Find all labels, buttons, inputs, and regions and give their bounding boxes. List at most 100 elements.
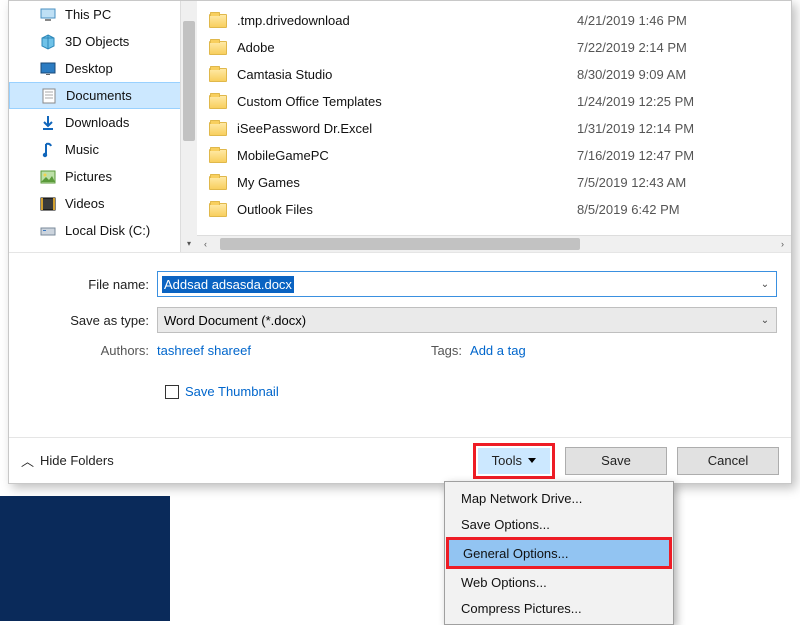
folder-icon <box>209 203 227 217</box>
sidebar-item-label: Music <box>65 142 99 157</box>
scroll-left-arrow[interactable]: ‹ <box>197 239 214 249</box>
browser-pane: This PC 3D Objects Desktop Documents <box>9 1 791 253</box>
file-name: Custom Office Templates <box>237 94 577 109</box>
folder-icon <box>209 41 227 55</box>
sidebar-item-label: Downloads <box>65 115 129 130</box>
file-list: .tmp.drivedownload4/21/2019 1:46 PM Adob… <box>197 1 791 252</box>
filename-value: Addsad adsasda.docx <box>162 276 294 293</box>
file-name: .tmp.drivedownload <box>237 13 577 28</box>
file-name: Camtasia Studio <box>237 67 577 82</box>
table-row[interactable]: Camtasia Studio8/30/2019 9:09 AM <box>197 61 791 88</box>
save-thumbnail-option[interactable]: Save Thumbnail <box>165 384 777 399</box>
folder-icon <box>209 14 227 28</box>
file-rows: .tmp.drivedownload4/21/2019 1:46 PM Adob… <box>197 1 791 223</box>
sidebar-item-local-disk[interactable]: Local Disk (C:) <box>9 217 197 244</box>
menu-item-compress-pictures[interactable]: Compress Pictures... <box>447 595 671 621</box>
file-name: Adobe <box>237 40 577 55</box>
scrollbar-thumb[interactable] <box>220 238 580 250</box>
table-row[interactable]: MobileGamePC7/16/2019 12:47 PM <box>197 142 791 169</box>
type-dropdown-icon[interactable]: ⌄ <box>756 310 774 330</box>
sidebar-item-documents[interactable]: Documents <box>9 82 197 109</box>
general-options-highlight: General Options... <box>446 537 672 569</box>
tools-highlight: Tools <box>473 443 555 479</box>
file-date: 7/16/2019 12:47 PM <box>577 148 694 163</box>
tags-value[interactable]: Add a tag <box>470 343 526 358</box>
folder-icon <box>209 176 227 190</box>
tools-button[interactable]: Tools <box>478 448 550 474</box>
file-name: MobileGamePC <box>237 148 577 163</box>
file-date: 1/24/2019 12:25 PM <box>577 94 694 109</box>
file-date: 8/5/2019 6:42 PM <box>577 202 680 217</box>
save-button[interactable]: Save <box>565 447 667 475</box>
file-date: 4/21/2019 1:46 PM <box>577 13 687 28</box>
sidebar-item-pictures[interactable]: Pictures <box>9 163 197 190</box>
pictures-icon <box>39 168 57 186</box>
tags-label: Tags: <box>431 343 470 358</box>
table-row[interactable]: Adobe7/22/2019 2:14 PM <box>197 34 791 61</box>
nav-sidebar: This PC 3D Objects Desktop Documents <box>9 1 197 252</box>
folder-icon <box>209 68 227 82</box>
sidebar-item-label: Documents <box>66 88 132 103</box>
folder-icon <box>209 122 227 136</box>
sidebar-item-downloads[interactable]: Downloads <box>9 109 197 136</box>
table-row[interactable]: Outlook Files8/5/2019 6:42 PM <box>197 196 791 223</box>
save-form: File name: Addsad adsasda.docx ⌄ Save as… <box>9 253 791 483</box>
chevron-up-icon: ︿ <box>21 451 34 470</box>
menu-item-save-options[interactable]: Save Options... <box>447 511 671 537</box>
file-name: My Games <box>237 175 577 190</box>
horizontal-scrollbar[interactable]: ‹ › <box>197 235 791 252</box>
sidebar-item-label: Local Disk (C:) <box>65 223 150 238</box>
menu-item-map-network-drive[interactable]: Map Network Drive... <box>447 485 671 511</box>
downloads-icon <box>39 114 57 132</box>
sidebar-item-label: This PC <box>65 7 111 22</box>
background-stripe <box>0 496 170 621</box>
filename-dropdown-icon[interactable]: ⌄ <box>756 274 774 294</box>
table-row[interactable]: My Games7/5/2019 12:43 AM <box>197 169 791 196</box>
file-date: 1/31/2019 12:14 PM <box>577 121 694 136</box>
file-date: 7/5/2019 12:43 AM <box>577 175 686 190</box>
pc-icon <box>39 6 57 24</box>
dialog-bottom-bar: ︿ Hide Folders Tools Save Cancel <box>9 437 791 483</box>
music-icon <box>39 141 57 159</box>
menu-item-web-options[interactable]: Web Options... <box>447 569 671 595</box>
table-row[interactable]: .tmp.drivedownload4/21/2019 1:46 PM <box>197 7 791 34</box>
folder-icon <box>209 149 227 163</box>
hide-folders-label: Hide Folders <box>40 453 114 468</box>
disk-icon <box>39 222 57 240</box>
chevron-down-icon <box>528 458 536 463</box>
scrollbar-down-arrow[interactable]: ▾ <box>181 235 197 252</box>
sidebar-item-3d-objects[interactable]: 3D Objects <box>9 28 197 55</box>
sidebar-item-videos[interactable]: Videos <box>9 190 197 217</box>
filename-input[interactable]: Addsad adsasda.docx ⌄ <box>157 271 777 297</box>
filename-label: File name: <box>23 277 157 292</box>
save-type-label: Save as type: <box>23 313 157 328</box>
file-name: Outlook Files <box>237 202 577 217</box>
scrollbar-thumb[interactable] <box>183 21 195 141</box>
save-thumbnail-checkbox[interactable] <box>165 385 179 399</box>
sidebar-item-label: Videos <box>65 196 105 211</box>
file-name: iSeePassword Dr.Excel <box>237 121 577 136</box>
desktop-icon <box>39 60 57 78</box>
sidebar-item-label: Pictures <box>65 169 112 184</box>
save-as-dialog: This PC 3D Objects Desktop Documents <box>8 0 792 484</box>
sidebar-item-music[interactable]: Music <box>9 136 197 163</box>
save-type-select[interactable]: Word Document (*.docx) ⌄ <box>157 307 777 333</box>
sidebar-item-label: Desktop <box>65 61 113 76</box>
cancel-button[interactable]: Cancel <box>677 447 779 475</box>
scrollbar-track[interactable] <box>214 236 774 252</box>
authors-value[interactable]: tashreef shareef <box>157 343 251 358</box>
hide-folders-button[interactable]: ︿ Hide Folders <box>21 451 114 470</box>
sidebar-item-this-pc[interactable]: This PC <box>9 1 197 28</box>
authors-label: Authors: <box>23 343 157 358</box>
sidebar-item-desktop[interactable]: Desktop <box>9 55 197 82</box>
sidebar-scrollbar[interactable]: ▾ <box>180 1 197 252</box>
documents-icon <box>40 87 58 105</box>
file-date: 8/30/2019 9:09 AM <box>577 67 686 82</box>
tools-dropdown-menu: Map Network Drive... Save Options... Gen… <box>444 481 674 625</box>
scroll-right-arrow[interactable]: › <box>774 239 791 249</box>
videos-icon <box>39 195 57 213</box>
table-row[interactable]: Custom Office Templates1/24/2019 12:25 P… <box>197 88 791 115</box>
cancel-label: Cancel <box>708 453 748 468</box>
table-row[interactable]: iSeePassword Dr.Excel1/31/2019 12:14 PM <box>197 115 791 142</box>
menu-item-general-options[interactable]: General Options... <box>449 540 669 566</box>
